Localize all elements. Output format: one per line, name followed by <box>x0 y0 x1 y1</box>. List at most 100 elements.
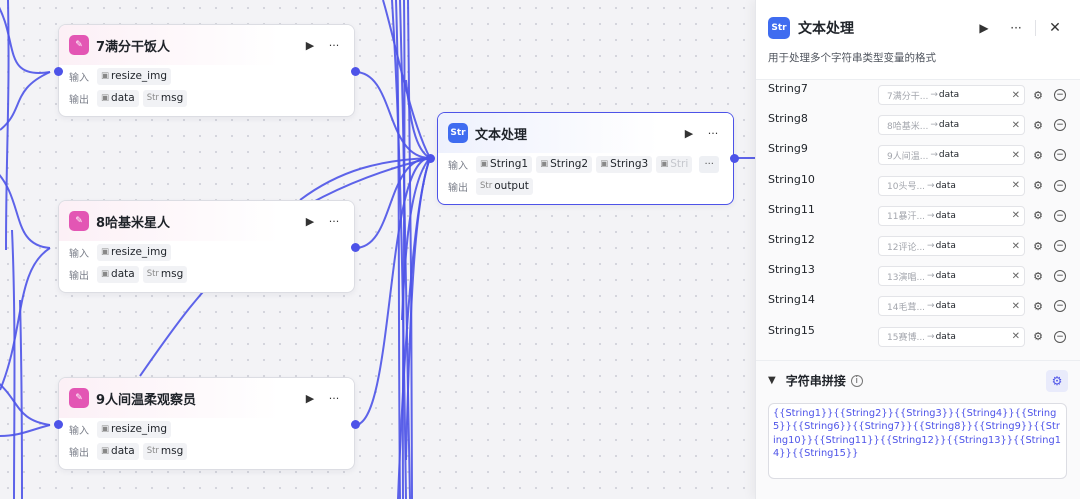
clear-icon[interactable]: ✕ <box>1012 120 1020 131</box>
plugin-node-9[interactable]: ✎ 9人间温柔观察员 ▶ ··· 输入 ▣ resize_img 输出 ▣ data… <box>58 377 355 470</box>
output-port[interactable] <box>351 243 360 252</box>
variable-reference[interactable]: 10头号... → data ✕ <box>878 175 1025 196</box>
panel-header-area: Str 文本处理 ▶ ··· ✕ 用于处理多个字符串类型变量的格式 <box>756 0 1080 80</box>
variable-reference[interactable]: 14毛茸... → data ✕ <box>878 296 1025 317</box>
image-icon: ▣ <box>101 71 110 81</box>
input-port[interactable] <box>54 67 63 76</box>
more-inputs-button[interactable]: ··· <box>699 155 719 173</box>
input-tag: ▣ resize_img <box>97 243 171 261</box>
clear-icon[interactable]: ✕ <box>1012 271 1020 282</box>
param-name[interactable]: String14 <box>768 291 878 306</box>
clear-icon[interactable]: ✕ <box>1012 210 1020 221</box>
node-inputs: 输入 ▣ resize_img <box>59 418 354 440</box>
image-icon: ▣ <box>540 159 549 169</box>
more-icon[interactable]: ··· <box>1003 15 1029 41</box>
gear-icon[interactable]: ⚙ <box>1027 296 1049 316</box>
remove-icon[interactable]: − <box>1054 270 1066 283</box>
remove-icon[interactable]: − <box>1054 119 1066 132</box>
param-name[interactable]: String8 <box>768 110 878 125</box>
clear-icon[interactable]: ✕ <box>1012 150 1020 161</box>
more-icon[interactable]: ··· <box>324 35 344 55</box>
string-type-icon: Str <box>146 446 159 456</box>
template-input[interactable]: {{String1}}{{String2}}{{String3}}{{Strin… <box>768 402 1067 479</box>
remove-icon[interactable]: − <box>1054 209 1066 222</box>
ref-field: data <box>938 90 960 101</box>
string-type-icon: Str <box>146 93 159 103</box>
run-icon[interactable]: ▶ <box>300 388 320 408</box>
clear-icon[interactable]: ✕ <box>1012 180 1020 191</box>
gear-icon[interactable]: ⚙ <box>1046 369 1068 392</box>
output-port[interactable] <box>351 67 360 76</box>
remove-icon[interactable]: − <box>1054 240 1066 253</box>
variable-reference[interactable]: 7满分干... → data ✕ <box>878 85 1025 106</box>
param-name[interactable]: String11 <box>768 201 878 216</box>
plugin-node-8[interactable]: ✎ 8哈基米星人 ▶ ··· 输入 ▣ resize_img 输出 ▣ data S… <box>58 200 355 293</box>
gear-icon[interactable]: ⚙ <box>1027 115 1049 135</box>
run-icon[interactable]: ▶ <box>679 123 699 143</box>
input-port[interactable] <box>426 154 435 163</box>
plugin-node-7[interactable]: ✎ 7满分干饭人 ▶ ··· 输入 ▣ resize_img 输出 ▣ data S… <box>58 24 355 117</box>
clear-icon[interactable]: ✕ <box>1012 241 1020 252</box>
gear-icon[interactable]: ⚙ <box>1027 266 1049 286</box>
variable-reference[interactable]: 11暴汗... → data ✕ <box>878 205 1025 226</box>
image-icon: ▣ <box>101 247 110 257</box>
param-row: String7 7满分干... → data ✕ ⚙ − <box>768 80 1080 110</box>
output-port[interactable] <box>351 420 360 429</box>
output-port[interactable] <box>730 154 739 163</box>
node-inputs: 输入 ▣ String1 ▣ String2 ▣ String3 ▣ Stri ··· <box>438 153 733 175</box>
gear-icon[interactable]: ⚙ <box>1027 176 1049 196</box>
plugin-edit-icon: ✎ <box>69 35 89 55</box>
input-port[interactable] <box>54 420 63 429</box>
variable-reference[interactable]: 9人间温... → data ✕ <box>878 145 1025 166</box>
remove-icon[interactable]: − <box>1054 300 1066 313</box>
more-icon[interactable]: ··· <box>703 123 723 143</box>
clear-icon[interactable]: ✕ <box>1012 301 1020 312</box>
gear-icon[interactable]: ⚙ <box>1027 145 1049 165</box>
param-row: String11 11暴汗... → data ✕ ⚙ − <box>768 201 1080 231</box>
param-name[interactable]: String10 <box>768 171 878 186</box>
node-title: 7满分干饭人 <box>96 39 171 55</box>
remove-icon[interactable]: − <box>1054 149 1066 162</box>
run-icon[interactable]: ▶ <box>300 211 320 231</box>
text-process-node[interactable]: Str 文本处理 ▶ ··· 输入 ▣ String1 ▣ String2 ▣ Str… <box>437 112 734 205</box>
variable-reference[interactable]: 12评论... → data ✕ <box>878 236 1025 257</box>
ref-field: data <box>935 241 956 252</box>
run-icon[interactable]: ▶ <box>971 15 997 41</box>
ref-source: 9人间温... <box>887 151 929 162</box>
param-row: String14 14毛茸... → data ✕ ⚙ − <box>768 291 1080 321</box>
node-title: 文本处理 <box>475 127 528 143</box>
remove-icon[interactable]: − <box>1054 330 1066 343</box>
image-icon: ▣ <box>101 269 110 279</box>
ref-arrow-icon: → <box>930 150 938 161</box>
chevron-down-icon[interactable]: ▼ <box>768 375 776 386</box>
param-row: String8 8哈基米... → data ✕ ⚙ − <box>768 110 1080 140</box>
more-icon[interactable]: ··· <box>324 388 344 408</box>
clear-icon[interactable]: ✕ <box>1012 90 1020 101</box>
param-name[interactable]: String15 <box>768 322 878 337</box>
remove-icon[interactable]: − <box>1054 179 1066 192</box>
gear-icon[interactable]: ⚙ <box>1027 327 1049 347</box>
gear-icon[interactable]: ⚙ <box>1027 236 1049 256</box>
image-icon: ▣ <box>600 159 609 169</box>
clear-icon[interactable]: ✕ <box>1012 331 1020 342</box>
node-inputs: 输入 ▣ resize_img <box>59 241 354 263</box>
variable-reference[interactable]: 15赛博... → data ✕ <box>878 326 1025 347</box>
node-outputs: 输出 ▣ data Str msg <box>59 440 354 462</box>
gear-icon[interactable]: ⚙ <box>1027 85 1049 105</box>
param-name[interactable]: String7 <box>768 80 878 95</box>
param-name[interactable]: String9 <box>768 140 878 155</box>
node-title: 9人间温柔观察员 <box>96 392 197 408</box>
param-name[interactable]: String12 <box>768 231 878 246</box>
info-icon[interactable]: i <box>850 374 863 387</box>
variable-reference[interactable]: 8哈基米... → data ✕ <box>878 115 1025 136</box>
variable-reference[interactable]: 13演唱... → data ✕ <box>878 266 1025 287</box>
param-name[interactable]: String13 <box>768 261 878 276</box>
concat-section-header[interactable]: ▼ 字符串拼接 i ⚙ <box>756 361 1080 401</box>
run-icon[interactable]: ▶ <box>300 35 320 55</box>
more-icon[interactable]: ··· <box>324 211 344 231</box>
close-icon[interactable]: ✕ <box>1042 15 1068 41</box>
remove-icon[interactable]: − <box>1054 89 1066 102</box>
gear-icon[interactable]: ⚙ <box>1027 206 1049 226</box>
ref-arrow-icon: → <box>927 271 935 282</box>
output-tag: Str msg <box>142 265 188 283</box>
